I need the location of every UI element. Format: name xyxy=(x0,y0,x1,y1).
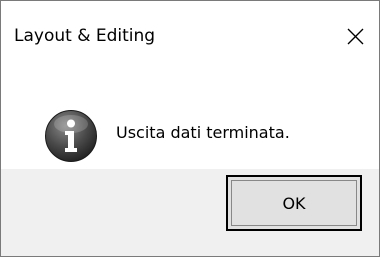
close-icon xyxy=(347,28,364,45)
ok-button[interactable]: OK xyxy=(226,175,362,231)
button-bar: OK xyxy=(1,169,379,256)
ok-button-label: OK xyxy=(231,180,357,226)
title-bar[interactable]: Layout & Editing xyxy=(1,1,379,73)
dialog-content: Uscita dati terminata. xyxy=(1,73,379,169)
message-dialog: Layout & Editing Uscita dati terminata. xyxy=(0,0,380,257)
close-button[interactable] xyxy=(337,19,373,53)
info-icon xyxy=(45,110,97,162)
dialog-title: Layout & Editing xyxy=(14,26,156,46)
message-text: Uscita dati terminata. xyxy=(116,123,290,142)
